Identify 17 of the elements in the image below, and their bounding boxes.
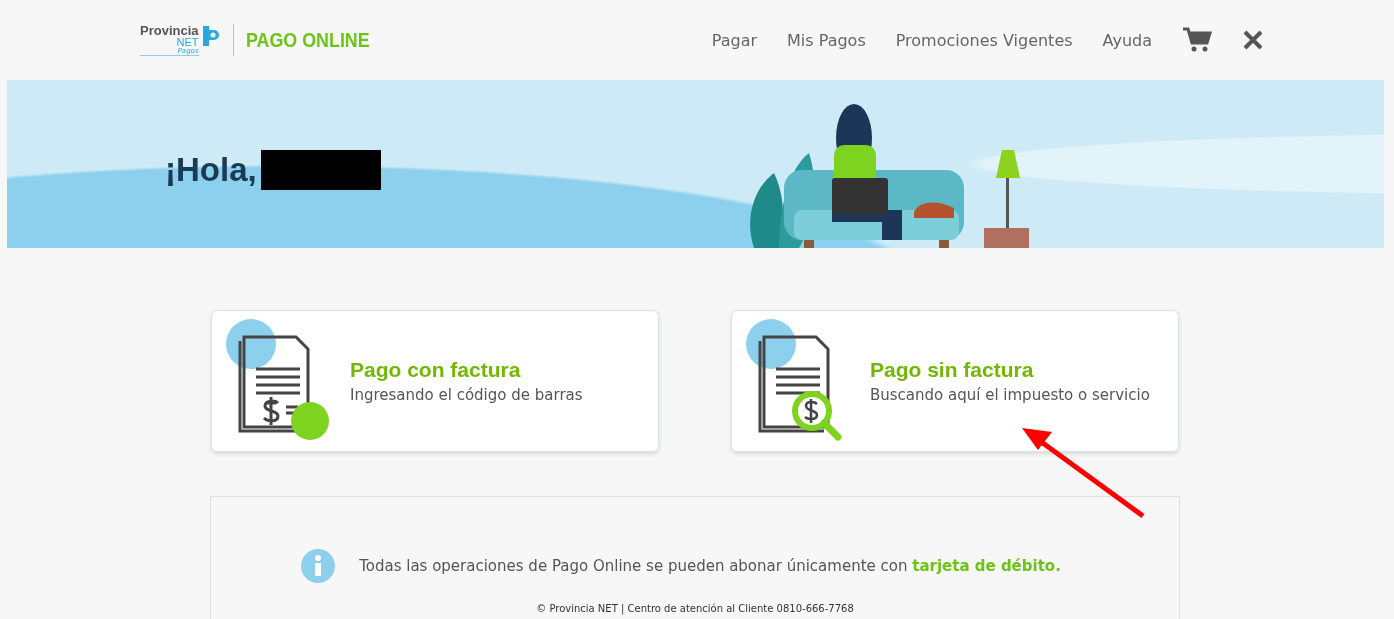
payment-option-card[interactable]: Pago con factura Ingresando el código de barras [211, 310, 659, 452]
nav-link[interactable]: Promociones Vigentes [895, 30, 1073, 50]
card-subtitle: Ingresando el código de barras [350, 386, 583, 404]
info-icon [301, 549, 336, 583]
product-title: PAGO ONLINE [245, 28, 370, 52]
nav-link[interactable]: Ayuda [1102, 30, 1152, 50]
info-message: Todas las operaciones de Pago Online se pueden abonar únicamente con tarjeta de débito. [359, 557, 1061, 575]
card-title: Pago sin factura [870, 358, 1035, 382]
greeting: ¡Hola, [165, 151, 257, 189]
footer-text: © Provincia NET | Centro de atención al Cliente 0810-666-7768 [536, 603, 854, 614]
close-icon[interactable] [1242, 29, 1264, 51]
card-subtitle: Buscando aquí el impuesto o servicio [870, 386, 1150, 404]
nav-link[interactable]: Mis Pagos [787, 30, 866, 50]
payment-option-card[interactable]: Pago sin factura Buscando aquí el impuesto o servicio [731, 310, 1179, 452]
nav-link[interactable]: Pagar [711, 30, 758, 50]
card-title: Pago con factura [350, 358, 522, 382]
cart-icon[interactable] [1182, 26, 1212, 54]
